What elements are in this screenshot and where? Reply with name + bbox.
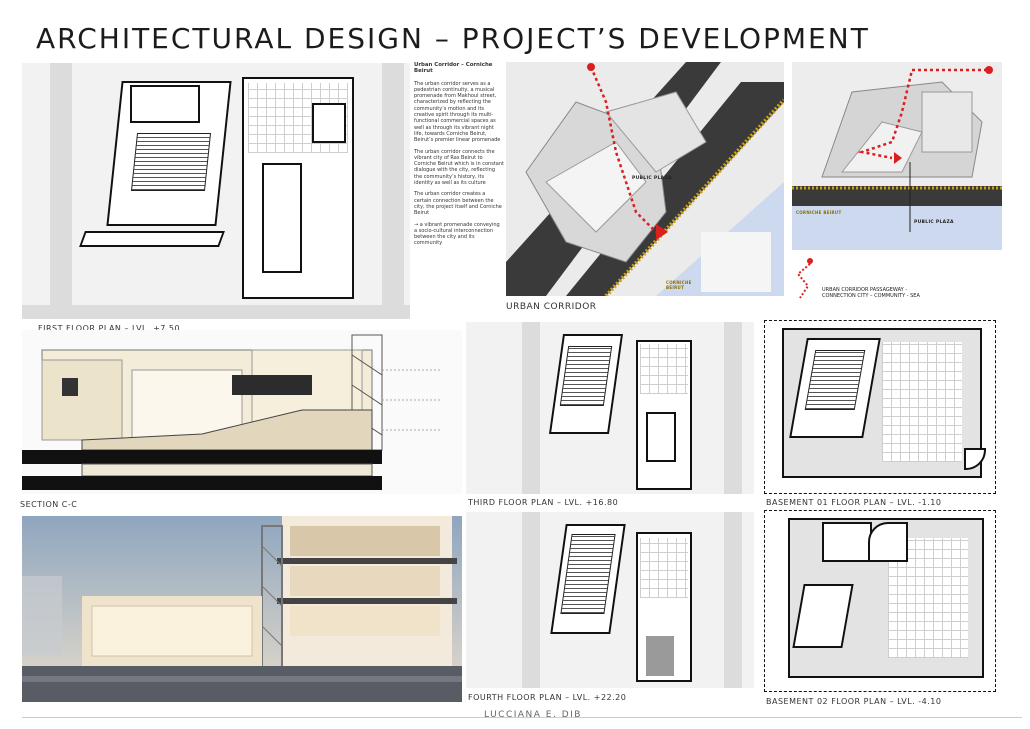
public-plaza-label-1: PUBLIC PLAZA [632, 176, 672, 181]
basement-02-plan [758, 508, 1004, 694]
description-paragraph-1: The urban corridor serves as a pedestria… [414, 80, 501, 144]
aerial-view-2: CORNICHE BEIRUT PUBLIC PLAZA [792, 62, 1002, 250]
author-name: LUCCIANA E. DIB [484, 710, 582, 720]
fourth-floor-caption: FOURTH FLOOR PLAN – LVL. +22.20 [468, 693, 627, 702]
corridor-legend-text: URBAN CORRIDOR PASSAGEWAY - CONNECTION C… [822, 287, 920, 299]
corniche-beirut-label-2: CORNICHE BEIRUT [796, 210, 842, 215]
public-plaza-label-2: PUBLIC PLAZA [914, 220, 954, 225]
section-caption: SECTION C-C [20, 500, 78, 509]
third-floor-plan [466, 322, 754, 494]
aerial-view-1: PUBLIC PLAZA CORNICHE BEIRUT [506, 62, 784, 296]
urban-corridor-caption: URBAN CORRIDOR [506, 302, 597, 312]
description-paragraph-3: The urban corridor creates a certain con… [414, 191, 502, 217]
rendering-drawing [22, 516, 462, 702]
section-c-c [22, 330, 462, 494]
building-rendering [22, 516, 462, 702]
basement-01-plan [758, 318, 1004, 496]
basement-02-caption: BASEMENT 02 FLOOR PLAN – LVL. -4.10 [766, 697, 942, 706]
page-title: ARCHITECTURAL DESIGN – PROJECT’S DEVELOP… [36, 22, 870, 55]
urban-corridor-description: Urban Corridor – Corniche Beirut The urb… [414, 62, 504, 302]
third-floor-caption: THIRD FLOOR PLAN – LVL. +16.80 [468, 498, 619, 507]
fourth-floor-plan [466, 512, 754, 688]
description-heading: Urban Corridor – Corniche Beirut [414, 62, 493, 75]
description-paragraph-2: The urban corridor connects the vibrant … [414, 148, 504, 187]
first-floor-plan [22, 63, 410, 319]
corridor-legend-line-2: CONNECTION CITY – COMMUNITY - SEA [822, 293, 920, 299]
corridor-legend-symbol [796, 258, 813, 299]
description-paragraph-4: → a vibrant promenade conveying a socio-… [414, 221, 500, 247]
basement-01-caption: BASEMENT 01 FLOOR PLAN – LVL. -1.10 [766, 498, 942, 507]
section-drawing [22, 334, 442, 490]
aerial-view-2-drawing [792, 66, 1002, 250]
corniche-beirut-label-1: CORNICHE BEIRUT [666, 280, 692, 290]
